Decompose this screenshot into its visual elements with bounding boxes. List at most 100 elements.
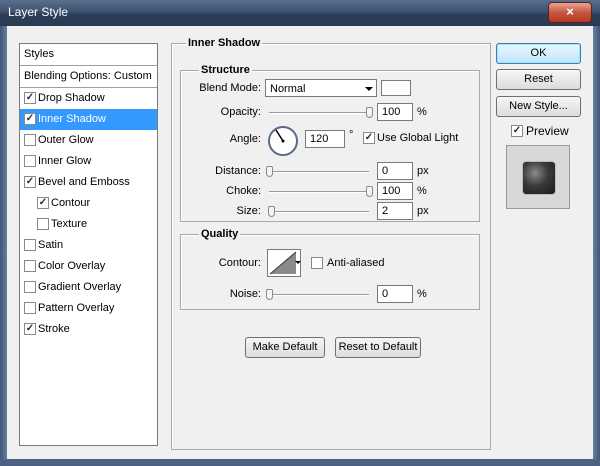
new-style-button[interactable]: New Style... xyxy=(496,96,581,117)
noise-label: Noise: xyxy=(229,288,261,300)
style-item-outer-glow[interactable]: Outer Glow xyxy=(20,130,157,151)
make-default-button[interactable]: Make Default xyxy=(245,337,325,358)
quality-title: Quality xyxy=(199,228,241,240)
style-item-gradient-overlay[interactable]: Gradient Overlay xyxy=(20,277,157,298)
style-item-label: Inner Glow xyxy=(38,155,92,167)
window-title: Layer Style xyxy=(8,5,69,19)
choke-input[interactable]: 100 xyxy=(377,182,413,200)
contour-label: Contour: xyxy=(218,257,261,269)
opacity-slider-thumb[interactable] xyxy=(366,107,373,118)
preview-label: Preview xyxy=(526,124,569,138)
blend-mode-select[interactable]: Normal xyxy=(265,79,377,97)
style-item-checkbox[interactable]: ✓ xyxy=(24,176,36,188)
style-item-label: Stroke xyxy=(38,323,70,335)
styles-header[interactable]: Styles xyxy=(20,44,157,66)
style-item-label: Contour xyxy=(51,197,91,209)
anti-aliased-label: Anti-aliased xyxy=(327,257,385,269)
inner-shadow-panel: Inner Shadow Structure Blend Mode: Norma… xyxy=(171,37,491,450)
style-item-checkbox[interactable]: ✓ xyxy=(24,92,36,104)
distance-slider-thumb[interactable] xyxy=(266,166,273,177)
style-item-label: Color Overlay xyxy=(38,260,106,272)
global-light-checkbox[interactable]: ✓ xyxy=(363,132,375,144)
opacity-unit: % xyxy=(417,106,427,118)
noise-input[interactable]: 0 xyxy=(377,285,413,303)
choke-slider[interactable] xyxy=(269,191,369,193)
angle-dial[interactable] xyxy=(268,126,298,156)
preview-swatch xyxy=(522,161,556,195)
distance-slider[interactable] xyxy=(269,171,369,173)
style-item-inner-shadow[interactable]: ✓ Inner Shadow xyxy=(20,109,157,130)
style-item-checkbox[interactable]: ✓ xyxy=(24,113,36,125)
window-frame-right xyxy=(593,26,600,466)
style-item-label: Outer Glow xyxy=(38,134,94,146)
style-item-label: Texture xyxy=(51,218,88,230)
ok-button[interactable]: OK xyxy=(496,43,581,64)
global-light-label: Use Global Light xyxy=(377,132,459,144)
style-item-checkbox[interactable] xyxy=(24,134,36,146)
size-label: Size: xyxy=(236,205,261,217)
blending-options-item[interactable]: Blending Options: Custom xyxy=(20,66,157,88)
style-item-pattern-overlay[interactable]: Pattern Overlay xyxy=(20,298,157,319)
noise-slider-thumb[interactable] xyxy=(266,289,273,300)
style-item-label: Bevel and Emboss xyxy=(38,176,130,188)
angle-input[interactable]: 120 xyxy=(305,130,345,148)
distance-input[interactable]: 0 xyxy=(377,162,413,180)
size-input[interactable]: 2 xyxy=(377,202,413,220)
style-item-label: Pattern Overlay xyxy=(38,302,115,314)
style-item-bevel-and-emboss[interactable]: ✓ Bevel and Emboss xyxy=(20,172,157,193)
shadow-color-swatch[interactable] xyxy=(381,80,411,96)
style-preview xyxy=(506,145,570,209)
window-frame-left xyxy=(0,26,7,466)
size-unit: px xyxy=(417,205,429,217)
style-item-checkbox[interactable] xyxy=(24,281,36,293)
degree-unit: ° xyxy=(349,129,354,141)
style-item-texture[interactable]: Texture xyxy=(20,214,157,235)
structure-title: Structure xyxy=(199,64,252,76)
blend-mode-value: Normal xyxy=(270,83,306,95)
style-item-checkbox[interactable] xyxy=(24,239,36,251)
style-item-color-overlay[interactable]: Color Overlay xyxy=(20,256,157,277)
style-item-checkbox[interactable]: ✓ xyxy=(37,197,49,209)
size-slider-thumb[interactable] xyxy=(268,206,275,217)
choke-slider-thumb[interactable] xyxy=(366,186,373,197)
style-item-label: Gradient Overlay xyxy=(38,281,122,293)
choke-unit: % xyxy=(417,185,427,197)
distance-unit: px xyxy=(417,165,429,177)
chevron-down-icon xyxy=(365,87,373,91)
window-frame-bottom xyxy=(0,459,600,466)
reset-button[interactable]: Reset xyxy=(496,69,581,90)
close-icon: × xyxy=(566,4,574,19)
title-bar: Layer Style × xyxy=(0,0,600,26)
style-item-checkbox[interactable] xyxy=(37,218,49,230)
style-item-stroke[interactable]: ✓ Stroke xyxy=(20,319,157,340)
opacity-input[interactable]: 100 xyxy=(377,103,413,121)
dialog-body: Styles Blending Options: Custom ✓ Drop Sh… xyxy=(7,26,593,459)
style-items: ✓ Drop Shadow ✓ Inner Shadow Outer Glow Inner… xyxy=(20,88,157,340)
choke-label: Choke: xyxy=(226,185,261,197)
distance-label: Distance: xyxy=(215,165,261,177)
style-item-drop-shadow[interactable]: ✓ Drop Shadow xyxy=(20,88,157,109)
style-item-satin[interactable]: Satin xyxy=(20,235,157,256)
anti-aliased-checkbox[interactable] xyxy=(311,257,323,269)
style-item-checkbox[interactable] xyxy=(24,302,36,314)
style-item-inner-glow[interactable]: Inner Glow xyxy=(20,151,157,172)
style-item-contour[interactable]: ✓ Contour xyxy=(20,193,157,214)
contour-picker[interactable] xyxy=(267,249,301,277)
style-item-checkbox[interactable] xyxy=(24,260,36,272)
size-slider[interactable] xyxy=(269,211,369,213)
style-item-label: Inner Shadow xyxy=(38,113,106,125)
opacity-label: Opacity: xyxy=(220,106,261,118)
blend-mode-label: Blend Mode: xyxy=(199,82,261,94)
style-item-label: Drop Shadow xyxy=(38,92,105,104)
opacity-slider[interactable] xyxy=(269,112,369,114)
structure-group: Structure Blend Mode: Normal Opacity: 10… xyxy=(180,64,480,222)
style-item-label: Satin xyxy=(38,239,64,251)
style-item-checkbox[interactable]: ✓ xyxy=(24,323,36,335)
style-item-checkbox[interactable] xyxy=(24,155,36,167)
preview-checkbox[interactable]: ✓ xyxy=(511,125,523,137)
quality-group: Quality Contour: Anti-aliased Noise: 0 % xyxy=(180,228,480,310)
reset-to-default-button[interactable]: Reset to Default xyxy=(335,337,421,358)
noise-slider[interactable] xyxy=(269,294,369,296)
chevron-down-icon xyxy=(295,261,301,264)
close-button[interactable]: × xyxy=(548,2,592,23)
